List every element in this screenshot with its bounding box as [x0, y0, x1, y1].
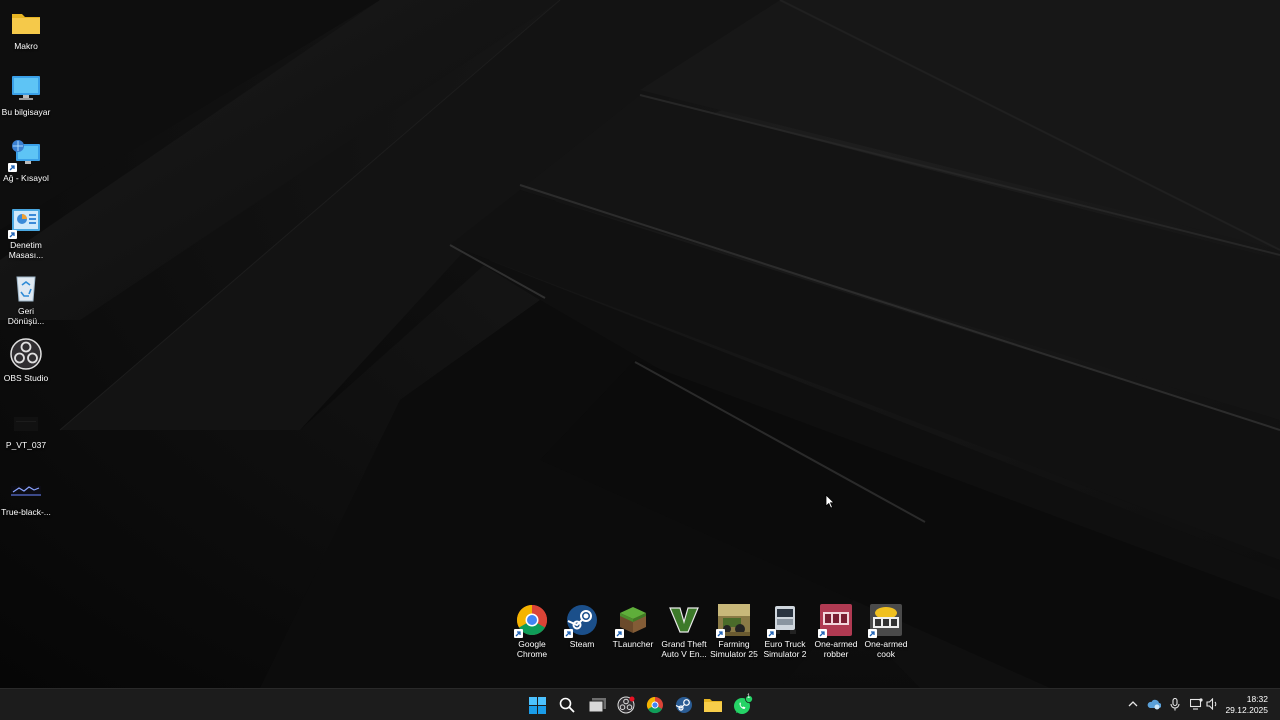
this-pc-icon: [10, 72, 42, 104]
desktop-icon-label: OBS Studio: [3, 373, 49, 383]
desktop-icon-gta-v[interactable]: Grand Theft Auto V En...: [659, 604, 709, 659]
clock-time: 18:32: [1246, 694, 1268, 704]
image-file-icon: [10, 405, 42, 437]
farming-simulator-icon: [716, 604, 750, 638]
desktop-icon-label: TLauncher: [612, 639, 654, 649]
chevron-up-icon: [1128, 701, 1138, 707]
taskbar-steam-button[interactable]: [672, 693, 696, 717]
desktop-icon-label: True-black-...: [1, 507, 51, 517]
search-button[interactable]: [555, 693, 579, 717]
chrome-icon: [646, 696, 663, 714]
desktop-icon-one-armed-robber[interactable]: One-armed robber: [811, 604, 861, 659]
one-armed-cook-icon: [868, 604, 902, 638]
desktop-icon-label: P_VT_037: [5, 440, 47, 450]
desktop-icon-makro[interactable]: Makro: [0, 6, 52, 51]
tray-volume-button[interactable]: [1205, 697, 1219, 711]
desktop-icon-label: Farming Simulator 25: [710, 639, 758, 659]
obs-icon: [617, 696, 635, 714]
desktop-icon-label: Geri Dönüşü...: [7, 306, 45, 326]
image-file-icon: [10, 472, 42, 504]
desktop-icon-google-chrome[interactable]: Google Chrome: [507, 604, 557, 659]
desktop-icon-label: Google Chrome: [516, 639, 548, 659]
desktop-icon-obs-studio[interactable]: OBS Studio: [0, 338, 52, 383]
desktop-icon-label: Makro: [14, 41, 38, 51]
desktop-icon-steam[interactable]: Steam: [557, 604, 607, 649]
wallpaper: [0, 0, 1280, 688]
shortcut-arrow-icon: [514, 629, 523, 638]
shortcut-arrow-icon: [8, 230, 17, 239]
desktop-icon-euro-truck[interactable]: Euro Truck Simulator 2: [760, 604, 810, 659]
taskbar-chrome-button[interactable]: [643, 693, 667, 717]
taskbar-file-explorer-button[interactable]: [701, 693, 725, 717]
file-explorer-icon: [704, 699, 722, 712]
desktop-icon-farming-simulator[interactable]: Farming Simulator 25: [709, 604, 759, 659]
euro-truck-icon: [767, 604, 801, 638]
steam-icon: [564, 604, 598, 638]
whatsapp-badge: 1: [747, 694, 751, 700]
gta-v-icon: [668, 604, 700, 636]
search-icon: [559, 697, 575, 713]
desktop-icon-network[interactable]: Ağ - Kısayol: [0, 138, 52, 183]
desktop-icon-label: Bu bilgisayar: [1, 107, 51, 117]
display-icon: [1189, 698, 1203, 710]
desktop-icon-label: Denetim Masası...: [8, 240, 44, 260]
recycle-bin-icon: [10, 271, 42, 303]
desktop-icon-p-vt-037[interactable]: P_VT_037: [0, 405, 52, 450]
volume-icon: [1205, 698, 1216, 710]
desktop-icon-label: Euro Truck Simulator 2: [763, 639, 807, 659]
steam-icon: [675, 697, 692, 713]
taskbar-whatsapp-button[interactable]: 1: [731, 693, 755, 717]
control-panel-icon: [8, 205, 42, 239]
desktop-icon-label: One-armed robber: [814, 639, 858, 659]
shortcut-arrow-icon: [564, 629, 573, 638]
clock-date: 29.12.2025: [1225, 705, 1268, 715]
shortcut-arrow-icon: [868, 629, 877, 638]
taskbar-obs-button[interactable]: [614, 693, 638, 717]
taskbar: 1 18:32 29.12.2025: [0, 688, 1280, 720]
obs-icon: [10, 338, 42, 370]
tray-onedrive-button[interactable]: [1147, 697, 1161, 711]
desktop-icon-label: Steam: [569, 639, 595, 649]
tray-overflow-button[interactable]: [1126, 697, 1140, 711]
shortcut-arrow-icon: [615, 629, 624, 638]
chrome-icon: [514, 604, 548, 638]
desktop-icon-control-panel[interactable]: Denetim Masası...: [0, 205, 52, 260]
desktop-icon-label: One-armed cook: [864, 639, 908, 659]
onedrive-icon: [1147, 699, 1161, 710]
task-view-icon: [588, 697, 606, 712]
taskbar-clock[interactable]: 18:32 29.12.2025: [1225, 694, 1268, 716]
desktop: Makro Bu bilgisayar Ağ - Kısayol Denetim…: [0, 0, 1280, 688]
tray-display-button[interactable]: [1189, 697, 1203, 711]
start-icon: [528, 696, 546, 714]
shortcut-arrow-icon: [716, 629, 725, 638]
tray-microphone-button[interactable]: [1168, 697, 1182, 711]
tlauncher-icon: [615, 604, 649, 638]
shortcut-arrow-icon: [8, 163, 17, 172]
desktop-icon-this-pc[interactable]: Bu bilgisayar: [0, 72, 52, 117]
start-button[interactable]: [525, 693, 549, 717]
task-view-button[interactable]: [585, 693, 609, 717]
one-armed-robber-icon: [818, 604, 852, 638]
microphone-icon: [1170, 697, 1180, 710]
network-icon: [8, 138, 42, 172]
desktop-icon-true-black[interactable]: True-black-...: [0, 472, 52, 517]
desktop-icon-one-armed-cook[interactable]: One-armed cook: [861, 604, 911, 659]
desktop-icon-label: Grand Theft Auto V En...: [661, 639, 707, 659]
mouse-cursor-icon: [825, 494, 835, 514]
folder-icon: [10, 6, 42, 38]
desktop-icon-recycle-bin[interactable]: Geri Dönüşü...: [0, 271, 52, 326]
shortcut-arrow-icon: [767, 629, 776, 638]
desktop-icon-label: Ağ - Kısayol: [3, 173, 49, 183]
desktop-icon-tlauncher[interactable]: TLauncher: [608, 604, 658, 649]
shortcut-arrow-icon: [818, 629, 827, 638]
